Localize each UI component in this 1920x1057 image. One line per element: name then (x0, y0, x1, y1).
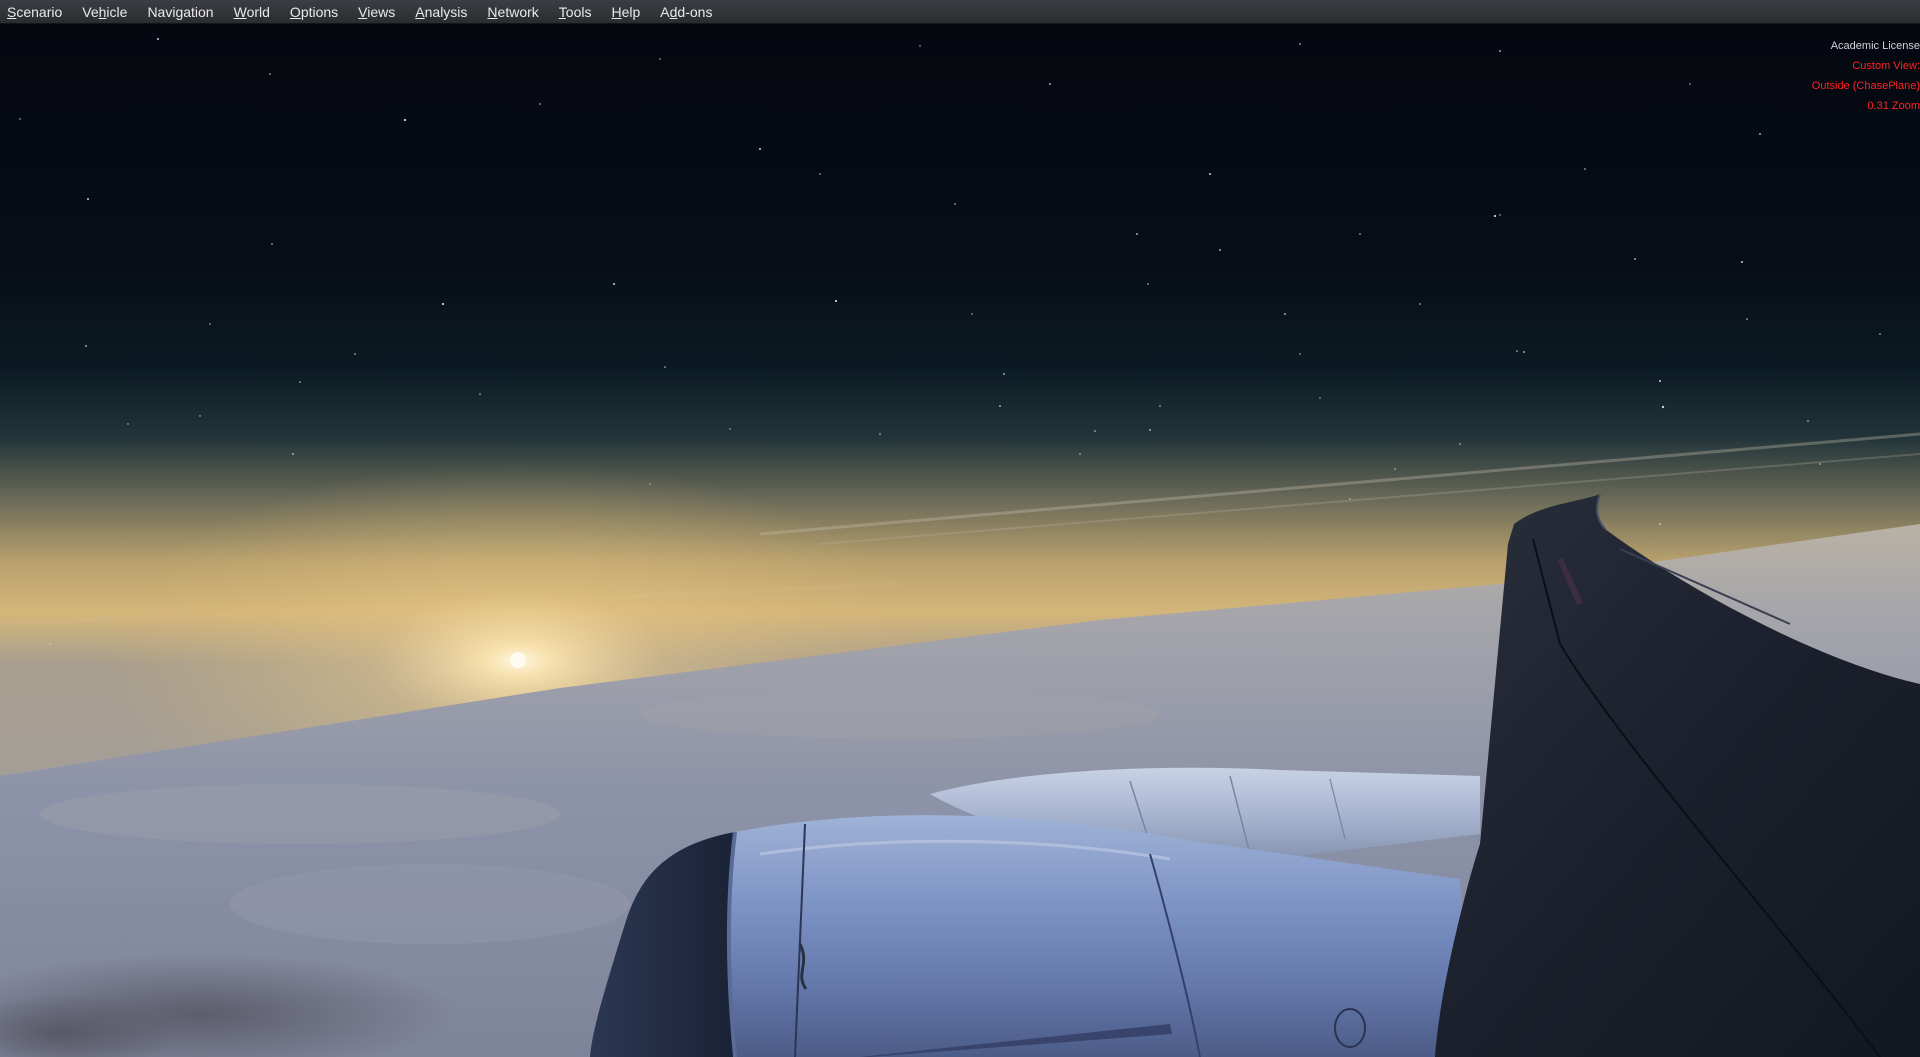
menu-add-ons[interactable]: Add-ons (650, 0, 722, 24)
view-name: Outside (ChasePlane) (1811, 80, 1920, 92)
menu-scenario[interactable]: Scenario (0, 0, 72, 24)
zoom-level: 0.31 Zoom (1867, 100, 1920, 112)
menu-views[interactable]: Views (348, 0, 405, 24)
menu-vehicle[interactable]: Vehicle (72, 0, 137, 24)
menu-network[interactable]: Network (477, 0, 548, 24)
menu-world[interactable]: World (224, 0, 280, 24)
sun (510, 652, 526, 668)
3d-viewport[interactable] (0, 24, 1920, 1057)
view-info-overlay: Academic License Custom View: Outside (C… (1812, 36, 1920, 116)
menu-options[interactable]: Options (280, 0, 348, 24)
menu-analysis[interactable]: Analysis (405, 0, 477, 24)
license-label: Academic License (1830, 40, 1920, 52)
menu-help[interactable]: Help (601, 0, 650, 24)
menu-bar: Scenario Vehicle Navigation World Option… (0, 0, 1920, 24)
scene-render (0, 24, 1920, 1057)
simulator-window: Scenario Vehicle Navigation World Option… (0, 0, 1920, 1057)
view-label: Custom View: (1852, 60, 1920, 72)
menu-navigation[interactable]: Navigation (137, 0, 223, 24)
menu-tools[interactable]: Tools (549, 0, 602, 24)
